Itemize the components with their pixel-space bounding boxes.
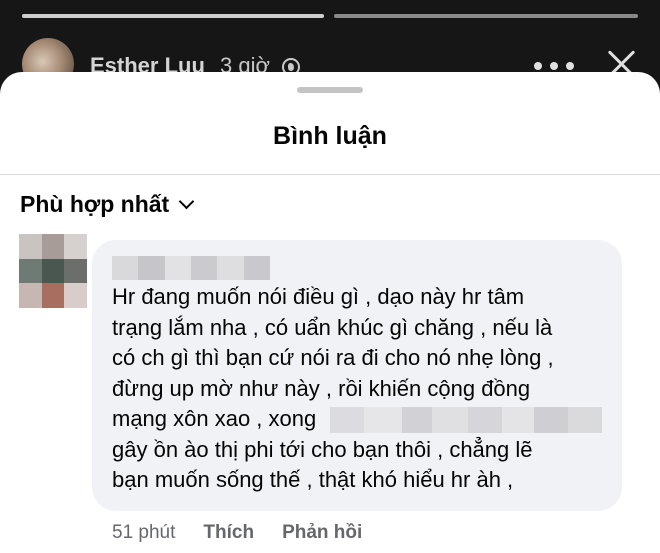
divider: [0, 174, 660, 175]
like-button[interactable]: Thích: [203, 522, 254, 544]
drag-handle[interactable]: [297, 87, 363, 93]
sort-dropdown[interactable]: Phù hợp nhất: [20, 189, 195, 219]
more-icon[interactable]: [534, 62, 574, 72]
comment-line: gây ồn ào thị phi tới cho bạn thôi , chẳ…: [112, 436, 533, 462]
comment-line: đừng up mờ như này , rồi khiến cộng đồng: [112, 375, 531, 401]
sheet-title: Bình luận: [273, 122, 387, 150]
comments-sheet: Bình luận Phù hợp nhất Hr đang muốn nói …: [0, 72, 660, 553]
story-progress-bar-2: [334, 14, 638, 18]
comment-line: mạng xôn xao , xong: [112, 406, 317, 431]
comment-time: 51 phút: [112, 522, 176, 543]
sort-label: Phù hợp nhất: [20, 190, 170, 217]
chevron-down-icon: [178, 193, 195, 209]
comment-bubble[interactable]: Hr đang muốn nói điều gì , dạo này hr tâ…: [92, 240, 622, 511]
story-progress-bar-1: [22, 14, 324, 18]
redacted-text: [330, 407, 603, 434]
comment-line: Hr đang muốn nói điều gì , dạo này hr tâ…: [112, 284, 525, 309]
comment-line: trạng lắm nha , có uẩn khúc gì chăng , n…: [112, 314, 553, 340]
reply-button[interactable]: Phản hồi: [282, 522, 362, 544]
commenter-avatar[interactable]: [19, 234, 87, 308]
comment-line: có ch gì thì bạn cứ nói ra đi cho nó nhẹ…: [112, 345, 554, 370]
comment-text: Hr đang muốn nói điều gì , dạo này hr tâ…: [112, 282, 612, 496]
comment-line: bạn muốn sống thế , thật khó hiểu hr àh …: [112, 467, 514, 492]
comment-line-with-redaction: mạng xôn xao , xong: [112, 404, 612, 435]
commenter-name-redacted: [112, 256, 270, 280]
comment-actions: 51 phút Thích Phản hồi: [112, 522, 362, 544]
